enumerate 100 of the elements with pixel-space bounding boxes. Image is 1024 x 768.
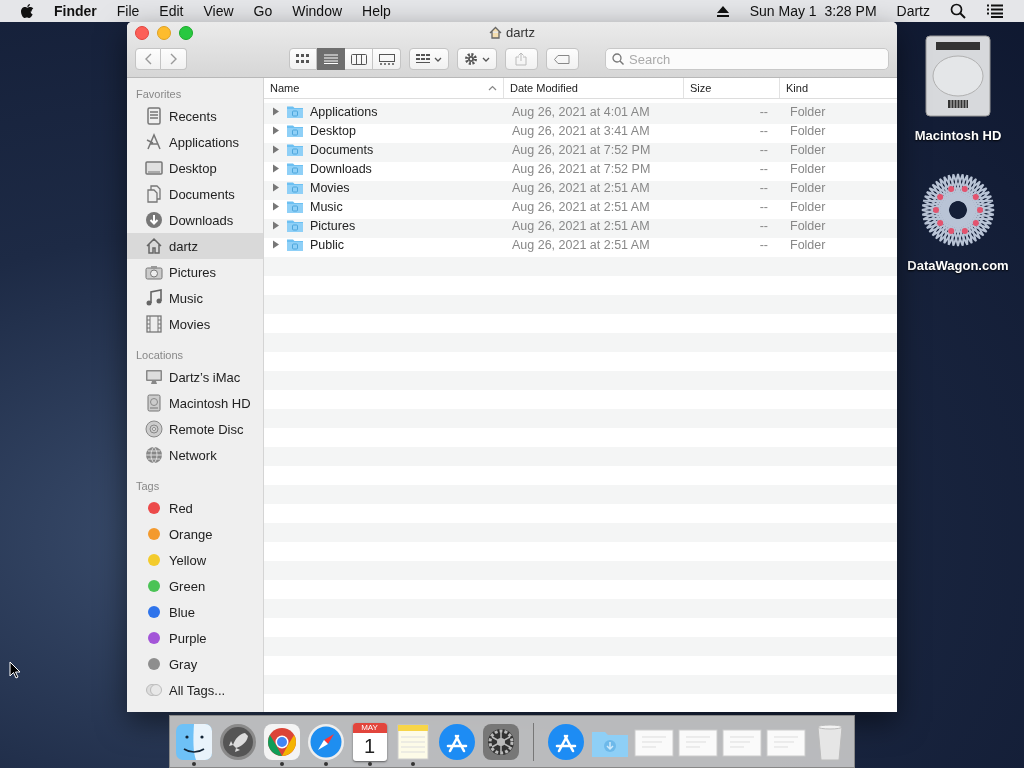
table-cell-text: Aug 26, 2021 at 7:52 PM — [511, 142, 652, 157]
disclosure-triangle-icon[interactable] — [272, 221, 280, 230]
apple-logo-icon[interactable] — [20, 3, 34, 19]
sidebar-item[interactable]: Movies — [127, 311, 263, 337]
window-title: dartz — [506, 25, 535, 40]
file-name[interactable]: Movies — [310, 180, 350, 195]
desktop-icon-label[interactable]: Macintosh HD — [914, 128, 1002, 143]
finder-face-icon[interactable] — [174, 721, 214, 762]
view-mode-button[interactable] — [289, 48, 317, 70]
sidebar-item[interactable]: Documents — [127, 181, 263, 207]
user-name[interactable]: Dartz — [896, 3, 930, 19]
file-name[interactable]: Downloads — [310, 161, 372, 176]
close-button[interactable] — [135, 26, 149, 40]
sidebar-item[interactable]: Recents — [127, 103, 263, 129]
action-button[interactable] — [456, 48, 497, 70]
column-header[interactable]: Kind — [780, 78, 897, 98]
menu-item[interactable]: Help — [362, 3, 391, 19]
sidebar-item[interactable]: Network — [127, 442, 263, 468]
columns-icon — [350, 53, 367, 65]
chrome-icon[interactable] — [262, 721, 302, 762]
file-name[interactable]: Applications — [310, 104, 378, 119]
table-cell-text: -- — [758, 180, 769, 195]
music-note-icon — [144, 289, 163, 307]
search-field[interactable]: Search — [605, 48, 889, 70]
calendar-icon[interactable]: MAY 1 — [352, 722, 387, 761]
sidebar-item[interactable]: Dartz’s iMac — [127, 364, 263, 390]
sidebar-item[interactable]: Blue — [127, 599, 263, 625]
sidebar-item[interactable]: Applications — [127, 129, 263, 155]
menu-item[interactable]: Edit — [159, 3, 184, 19]
folder-icon — [286, 199, 304, 214]
list-icon[interactable] — [986, 4, 1004, 18]
sidebar-item[interactable]: Green — [127, 573, 263, 599]
menu-item[interactable]: View — [203, 3, 234, 19]
sidebar-item[interactable]: dartz — [127, 233, 263, 259]
view-mode-button[interactable] — [317, 48, 345, 70]
sidebar-item[interactable]: Gray — [127, 651, 263, 677]
disclosure-triangle-icon[interactable] — [272, 202, 280, 211]
column-header[interactable]: Date Modified — [504, 78, 684, 98]
sidebar-item[interactable]: Macintosh HD — [127, 390, 263, 416]
rocket-icon[interactable] — [218, 721, 258, 762]
camera-icon — [144, 264, 163, 280]
app-store-icon[interactable] — [437, 721, 478, 762]
table-cell-text: -- — [758, 142, 769, 157]
sidebar-item[interactable]: Remote Disc — [127, 416, 263, 442]
gear-icon[interactable] — [481, 721, 522, 762]
view-mode-button[interactable] — [373, 48, 401, 70]
folder-icon — [286, 142, 304, 157]
sidebar-item[interactable]: Downloads — [127, 207, 263, 233]
table-cell-text: Aug 26, 2021 at 2:51 AM — [511, 199, 651, 214]
disclosure-triangle-icon[interactable] — [272, 145, 280, 154]
sidebar-item[interactable]: Red — [127, 495, 263, 521]
sidebar-heading: Tags — [135, 479, 161, 494]
column-header[interactable]: Name — [264, 78, 504, 98]
disclosure-triangle-icon[interactable] — [272, 164, 280, 173]
sidebar-heading: Locations — [135, 348, 185, 363]
table-cell-text: -- — [758, 104, 769, 119]
folder-icon — [286, 104, 304, 119]
sidebar-item[interactable]: All Tags... — [127, 677, 263, 703]
menu-clock[interactable]: Sun May 1 3:28 PM — [749, 3, 877, 19]
file-name[interactable]: Music — [310, 199, 343, 214]
monitor-icon — [144, 368, 163, 386]
app-store-icon[interactable] — [546, 721, 586, 762]
table-cell-text: Aug 26, 2021 at 2:51 AM — [511, 218, 651, 233]
eject-icon[interactable] — [715, 5, 730, 17]
desktop-icon-label[interactable]: DataWagon.com — [907, 258, 1009, 273]
column-header[interactable]: Size — [684, 78, 780, 98]
table-cell-text: Aug 26, 2021 at 3:41 AM — [511, 123, 651, 138]
disclosure-triangle-icon[interactable] — [272, 183, 280, 192]
sidebar-item[interactable]: Music — [127, 285, 263, 311]
tray-icon — [144, 107, 163, 125]
disclosure-triangle-icon[interactable] — [272, 240, 280, 249]
table-cell-text: -- — [758, 218, 769, 233]
menu-item[interactable]: Go — [253, 3, 273, 19]
sidebar-item[interactable]: Pictures — [127, 259, 263, 285]
grid-icon — [415, 54, 430, 64]
search-icon — [612, 53, 624, 65]
tag-button[interactable] — [545, 48, 579, 70]
sidebar-item[interactable]: Purple — [127, 625, 263, 651]
file-name[interactable]: Desktop — [310, 123, 356, 138]
menu-item[interactable]: File — [116, 3, 140, 19]
table-cell-text: Folder — [789, 123, 827, 138]
sidebar-item[interactable]: Orange — [127, 521, 263, 547]
sidebar-item[interactable]: Yellow — [127, 547, 263, 573]
disclosure-triangle-icon[interactable] — [272, 107, 280, 116]
sidebar-item[interactable]: Desktop — [127, 155, 263, 181]
menu-item[interactable]: Finder — [54, 3, 97, 19]
file-name[interactable]: Public — [310, 237, 345, 252]
disclosure-triangle-icon[interactable] — [272, 126, 280, 135]
group-by-button[interactable] — [409, 48, 449, 70]
menu-item[interactable]: Window — [292, 3, 343, 19]
hard-drive-icon — [144, 394, 163, 412]
view-mode-button[interactable] — [345, 48, 373, 70]
file-name[interactable]: Pictures — [310, 218, 356, 233]
folder-icon — [286, 180, 304, 195]
compass-icon[interactable] — [306, 721, 346, 762]
search-icon[interactable] — [950, 3, 966, 19]
file-name[interactable]: Documents — [310, 142, 374, 157]
hard-drive-icon[interactable] — [922, 34, 994, 120]
house-icon — [144, 237, 163, 255]
zoom-button[interactable] — [179, 26, 193, 40]
